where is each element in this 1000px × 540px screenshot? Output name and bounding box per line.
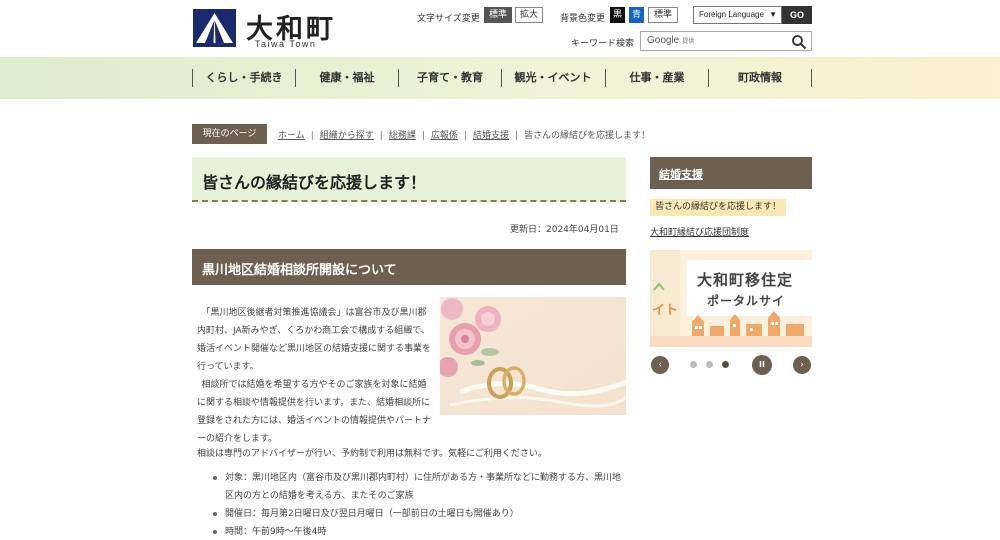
- breadcrumb-home[interactable]: ホーム: [278, 131, 305, 141]
- paragraph-consultation: 相談所では結婚を希望する方やそのご家族を対象に結婚に関する相談や情報提供を行いま…: [197, 380, 432, 444]
- migration-portal-banner[interactable]: イト 大和町移住定 ポータルサイ: [650, 250, 812, 347]
- sidebar-item-support-program[interactable]: 大和町縁結び応援団制度: [650, 225, 749, 238]
- nav-item-health[interactable]: 健康・福祉: [296, 69, 398, 87]
- slider-dot-active[interactable]: [722, 361, 729, 368]
- breadcrumb-pr[interactable]: 広報係: [431, 131, 458, 141]
- breadcrumb: ホーム | 組織から探す | 総務課 | 広報係 | 結婚支援 | 皆さんの縁結びを応援します！: [278, 128, 650, 141]
- keyword-search-label: キーワード検索: [571, 39, 635, 49]
- slider-prev-button[interactable]: ‹: [651, 356, 669, 374]
- breadcrumb-general-affairs[interactable]: 総務課: [389, 131, 416, 141]
- nav-item-government[interactable]: 町政情報: [709, 69, 811, 87]
- font-size-label: 文字サイズ変更: [417, 14, 480, 24]
- nav-item-tourism[interactable]: 観光・イベント: [502, 69, 604, 87]
- search-provided-label: 提供: [682, 39, 695, 45]
- breadcrumb-separator: |: [310, 131, 314, 141]
- bg-black-button[interactable]: 黒: [610, 7, 625, 23]
- nav-item-work[interactable]: 仕事・産業: [606, 69, 708, 87]
- bg-blue-button[interactable]: 青: [629, 7, 644, 23]
- language-go-button[interactable]: GO: [782, 6, 812, 24]
- search-input[interactable]: Google 提供: [640, 31, 812, 51]
- wedding-rings-photo: [440, 297, 626, 415]
- banner-title-line2: ポータルサイ: [707, 294, 786, 308]
- search-placeholder: Google 提供: [647, 35, 694, 46]
- slider-dot[interactable]: [690, 361, 697, 368]
- section-heading: 黒川地区結婚相談所開設について: [202, 263, 397, 278]
- page-title: 皆さんの縁結びを応援します！: [202, 173, 427, 192]
- breadcrumb-separator: |: [514, 131, 519, 141]
- language-select-value: Foreign Language: [699, 10, 764, 19]
- nav-item-living[interactable]: くらし・手続き: [193, 69, 295, 87]
- details-list: 対象：黒川地区内（富谷市及び黒川郡内町村）に住所がある方・事業所などに勤務する方…: [213, 469, 628, 540]
- breadcrumb-separator: |: [421, 131, 425, 141]
- breadcrumb-separator: |: [379, 131, 383, 141]
- breadcrumb-organization[interactable]: 組織から探す: [320, 131, 374, 141]
- breadcrumb-current: 皆さんの縁結びを応援します！: [524, 131, 651, 141]
- sidebar-heading-link[interactable]: 結婚支援: [659, 166, 703, 182]
- global-nav: くらし・手続き 健康・福祉 子育て・教育 観光・イベント 仕事・産業 町政情報: [0, 57, 1000, 99]
- sidebar-item-current[interactable]: 皆さんの縁結びを応援します！: [650, 199, 787, 216]
- town-emblem-icon: [193, 9, 236, 47]
- font-size-large-button[interactable]: 拡大: [515, 7, 543, 23]
- breadcrumb-marriage-support[interactable]: 結婚支援: [473, 131, 509, 141]
- article-body: 「黒川地区後継者対策推進協議会」は富谷市及び黒川郡内町村、JA新みやぎ、くろかわ…: [197, 304, 431, 448]
- slider-next-button[interactable]: ›: [793, 356, 811, 374]
- background-color-label: 背景色変更: [560, 14, 606, 24]
- nav-item-childcare[interactable]: 子育て・教育: [399, 69, 501, 87]
- slider-dot[interactable]: [706, 361, 713, 368]
- bg-standard-button[interactable]: 標準: [648, 7, 678, 23]
- breadcrumb-tag: 現在のページ: [192, 124, 267, 144]
- site-header: 大和町 Taiwa Town 文字サイズ変更 標準 拡大 背景色変更 黒 青 標…: [0, 0, 1000, 58]
- chevron-down-icon: ▼: [769, 10, 777, 19]
- updated-date: 更新日：2024年04月01日: [510, 225, 619, 235]
- banner-left-text: イト: [652, 303, 679, 318]
- search-brand: Google: [647, 35, 680, 46]
- paragraph-advisor: 相談は専門のアドバイザーが行い、予約制で利用は無料です。気軽にご利用ください。: [197, 449, 547, 459]
- font-size-standard-button[interactable]: 標準: [484, 7, 512, 23]
- language-select[interactable]: Foreign Language ▼: [693, 6, 782, 24]
- breadcrumb-separator: |: [463, 131, 467, 141]
- logo-subtitle: Taiwa Town: [255, 39, 317, 49]
- list-item: 時間：午前9時～午後4時: [213, 523, 628, 540]
- section-heading-box: 黒川地区結婚相談所開設について: [192, 249, 626, 285]
- slider-pause-button[interactable]: II: [752, 355, 772, 375]
- list-item: 開催日：毎月第2日曜日及び翌日月曜日（一部前日の土曜日も開催あり）: [213, 505, 628, 523]
- site-logo[interactable]: 大和町 Taiwa Town: [193, 9, 343, 51]
- page-title-box: 皆さんの縁結びを応援します！: [192, 157, 626, 202]
- list-item: 対象：黒川地区内（富谷市及び黒川郡内町村）に住所がある方・事業所などに勤務する方…: [213, 469, 628, 505]
- nav-divider: [811, 69, 812, 87]
- sidebar-heading-box: 結婚支援: [650, 157, 812, 189]
- paragraph-association: 「黒川地区後継者対策推進協議会」は富谷市及び黒川郡内町村、JA新みやぎ、くろかわ…: [197, 308, 432, 372]
- banner-title-line1: 大和町移住定: [697, 271, 794, 289]
- search-icon[interactable]: [791, 34, 807, 50]
